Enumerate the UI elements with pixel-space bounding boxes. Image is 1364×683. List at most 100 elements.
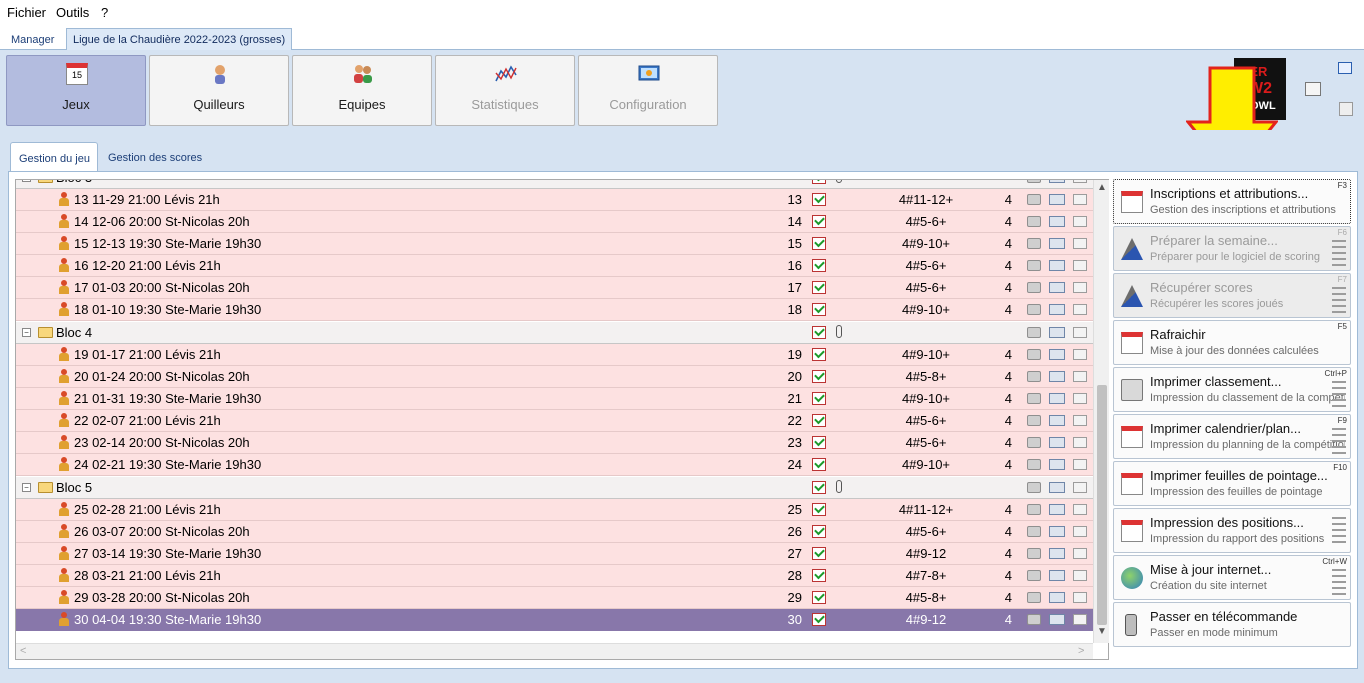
- print-icon[interactable]: [1027, 238, 1041, 249]
- game-row[interactable]: 27 03-14 19:30 Ste-Marie 19h30 27 4#9-12 4: [16, 543, 1093, 565]
- edit-icon[interactable]: [1073, 180, 1087, 183]
- calendar-check-icon[interactable]: [812, 180, 826, 184]
- calendar-check-icon[interactable]: [812, 370, 826, 383]
- horizontal-scrollbar[interactable]: < >: [16, 643, 1093, 659]
- menu-outils[interactable]: Outils: [56, 5, 89, 20]
- calendar-check-icon[interactable]: [812, 281, 826, 294]
- attachment-icon[interactable]: [836, 180, 842, 183]
- calendar-check-icon[interactable]: [812, 303, 826, 316]
- calendar-check-icon[interactable]: [812, 237, 826, 250]
- action-button[interactable]: Imprimer classement... Impression du clas…: [1113, 367, 1351, 412]
- calendar-check-icon[interactable]: [812, 259, 826, 272]
- games-grid[interactable]: − Bloc 3 13 11-29 21:00 Lévis 21h 13 4#11-12…: [15, 179, 1109, 660]
- ribbon-configuration-button[interactable]: Configuration: [578, 55, 718, 126]
- vertical-scrollbar[interactable]: ▲ ▼: [1093, 180, 1109, 643]
- keyboard-icon[interactable]: [1049, 548, 1065, 559]
- print-icon[interactable]: [1027, 504, 1041, 515]
- calendar-check-icon[interactable]: [812, 458, 826, 471]
- game-row[interactable]: 20 01-24 20:00 St-Nicolas 20h 20 4#5-8+ 4: [16, 366, 1093, 388]
- game-row[interactable]: 30 04-04 19:30 Ste-Marie 19h30 30 4#9-12 4: [16, 609, 1093, 631]
- calendar-check-icon[interactable]: [812, 348, 826, 361]
- keyboard-icon[interactable]: [1049, 482, 1065, 493]
- tab-manager[interactable]: Manager: [4, 28, 61, 50]
- edit-icon[interactable]: [1073, 194, 1087, 205]
- action-button[interactable]: Imprimer feuilles de pointage... Impressi…: [1113, 461, 1351, 506]
- edit-icon[interactable]: [1073, 526, 1087, 537]
- keyboard-icon[interactable]: [1049, 260, 1065, 271]
- game-row[interactable]: 16 12-20 21:00 Lévis 21h 16 4#5-6+ 4: [16, 255, 1093, 277]
- game-row[interactable]: 22 02-07 21:00 Lévis 21h 22 4#5-6+ 4: [16, 410, 1093, 432]
- print-icon[interactable]: [1027, 614, 1041, 625]
- calendar-check-icon[interactable]: [812, 414, 826, 427]
- edit-icon[interactable]: [1073, 415, 1087, 426]
- tab-ligue[interactable]: Ligue de la Chaudière 2022-2023 (grosses…: [66, 28, 293, 50]
- ribbon-equipes-button[interactable]: Equipes: [292, 55, 432, 126]
- drag-grip-icon[interactable]: [1332, 569, 1346, 599]
- edit-icon[interactable]: [1073, 570, 1087, 581]
- edit-icon[interactable]: [1073, 327, 1087, 338]
- game-row[interactable]: 25 02-28 21:00 Lévis 21h 25 4#11-12+ 4: [16, 499, 1093, 521]
- edit-icon[interactable]: [1073, 371, 1087, 382]
- menu-help[interactable]: ?: [101, 5, 108, 20]
- calendar-check-icon[interactable]: [812, 613, 826, 626]
- game-row[interactable]: 23 02-14 20:00 St-Nicolas 20h 23 4#5-6+ 4: [16, 432, 1093, 454]
- edit-icon[interactable]: [1073, 349, 1087, 360]
- scroll-left-icon[interactable]: <: [20, 645, 26, 657]
- ribbon-jeux-button[interactable]: 15 Jeux: [6, 55, 146, 126]
- keyboard-icon[interactable]: [1049, 304, 1065, 315]
- tab-gestion-du-jeu[interactable]: Gestion du jeu: [10, 142, 98, 172]
- ribbon-statistiques-button[interactable]: Statistiques: [435, 55, 575, 126]
- group-row[interactable]: − Bloc 5: [16, 477, 1093, 499]
- print-icon[interactable]: [1027, 415, 1041, 426]
- keyboard-icon[interactable]: [1049, 282, 1065, 293]
- drag-grip-icon[interactable]: [1332, 381, 1346, 411]
- print-icon[interactable]: [1027, 526, 1041, 537]
- game-row[interactable]: 29 03-28 20:00 St-Nicolas 20h 29 4#5-8+ 4: [16, 587, 1093, 609]
- scroll-up-icon[interactable]: ▲: [1097, 182, 1107, 193]
- print-icon[interactable]: [1027, 349, 1041, 360]
- print-icon[interactable]: [1027, 327, 1041, 338]
- calendar-check-icon[interactable]: [812, 436, 826, 449]
- action-button[interactable]: Imprimer calendrier/plan... Impression du…: [1113, 414, 1351, 459]
- action-button[interactable]: Inscriptions et attributions... Gestion d…: [1113, 179, 1351, 224]
- calendar-check-icon[interactable]: [812, 193, 826, 206]
- action-button[interactable]: Mise à jour internet... Création du site …: [1113, 555, 1351, 600]
- keyboard-icon[interactable]: [1049, 526, 1065, 537]
- print-icon[interactable]: [1027, 393, 1041, 404]
- print-icon[interactable]: [1027, 371, 1041, 382]
- keyboard-icon[interactable]: [1049, 415, 1065, 426]
- group-row[interactable]: − Bloc 3: [16, 180, 1093, 189]
- edit-icon[interactable]: [1073, 304, 1087, 315]
- drag-grip-icon[interactable]: [1332, 517, 1346, 547]
- action-button[interactable]: Rafraichir Mise à jour des données calcul…: [1113, 320, 1351, 365]
- calendar-check-icon[interactable]: [812, 525, 826, 538]
- action-button[interactable]: Préparer la semaine... Préparer pour le l…: [1113, 226, 1351, 271]
- edit-icon[interactable]: [1073, 238, 1087, 249]
- edit-icon[interactable]: [1073, 459, 1087, 470]
- calendar-check-icon[interactable]: [812, 326, 826, 339]
- export-icon[interactable]: [1305, 82, 1321, 96]
- game-row[interactable]: 15 12-13 19:30 Ste-Marie 19h30 15 4#9-10+ 4: [16, 233, 1093, 255]
- game-row[interactable]: 24 02-21 19:30 Ste-Marie 19h30 24 4#9-10+ 4: [16, 454, 1093, 476]
- keyboard-icon[interactable]: [1049, 180, 1065, 183]
- game-row[interactable]: 17 01-03 20:00 St-Nicolas 20h 17 4#5-6+ 4: [16, 277, 1093, 299]
- print-icon[interactable]: [1027, 592, 1041, 603]
- calendar-check-icon[interactable]: [812, 215, 826, 228]
- calendar-check-icon[interactable]: [812, 547, 826, 560]
- edit-icon[interactable]: [1073, 393, 1087, 404]
- menu-fichier[interactable]: Fichier: [7, 5, 46, 20]
- game-row[interactable]: 21 01-31 19:30 Ste-Marie 19h30 21 4#9-10+ 4: [16, 388, 1093, 410]
- scroll-down-icon[interactable]: ▼: [1097, 626, 1107, 637]
- keyboard-icon[interactable]: [1049, 371, 1065, 382]
- scrollbar-thumb[interactable]: [1097, 385, 1107, 625]
- keyboard-icon[interactable]: [1049, 459, 1065, 470]
- edit-icon[interactable]: [1073, 437, 1087, 448]
- print-icon[interactable]: [1027, 459, 1041, 470]
- print-icon[interactable]: [1027, 570, 1041, 581]
- calendar-check-icon[interactable]: [812, 392, 826, 405]
- edit-icon[interactable]: [1073, 482, 1087, 493]
- print-icon[interactable]: [1027, 482, 1041, 493]
- game-row[interactable]: 14 12-06 20:00 St-Nicolas 20h 14 4#5-6+ 4: [16, 211, 1093, 233]
- keyboard-icon[interactable]: [1049, 570, 1065, 581]
- edit-icon[interactable]: [1073, 216, 1087, 227]
